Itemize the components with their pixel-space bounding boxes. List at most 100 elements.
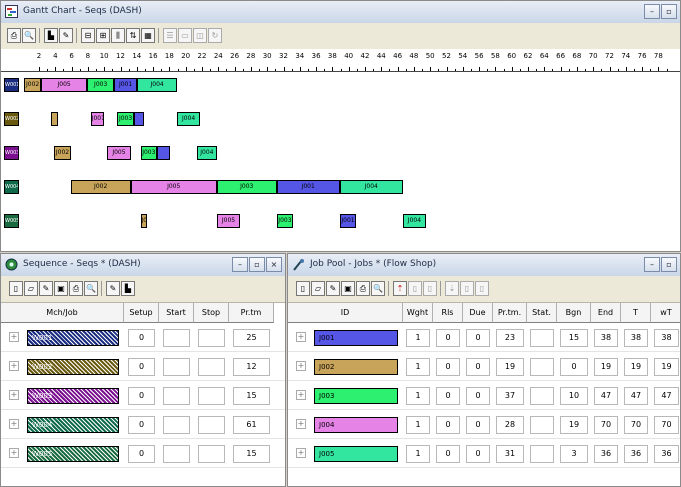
chart-icon[interactable]: ▙ bbox=[44, 28, 58, 43]
jobpool-row[interactable]: + J003 1 0 0 37 10 47 47 47 bbox=[288, 383, 680, 410]
expand-icon[interactable]: + bbox=[296, 419, 306, 429]
columns-icon[interactable]: ⫼ bbox=[111, 28, 125, 43]
prtm-cell[interactable]: 37 bbox=[496, 387, 524, 405]
gantt-bar[interactable]: J003 bbox=[87, 78, 114, 92]
gantt-bar[interactable]: J004 bbox=[196, 146, 217, 160]
gantt-bar[interactable]: J005 bbox=[130, 180, 217, 194]
rls-cell[interactable]: 0 bbox=[436, 416, 460, 434]
t-cell[interactable]: 70 bbox=[624, 416, 648, 434]
gantt-bar[interactable]: J002 bbox=[54, 146, 71, 160]
prtm-cell[interactable]: 61 bbox=[233, 416, 270, 434]
rls-cell[interactable]: 0 bbox=[436, 358, 460, 376]
due-cell[interactable]: 0 bbox=[466, 387, 490, 405]
new-icon[interactable]: ▯ bbox=[9, 281, 23, 296]
page-down-icon[interactable]: ▯ bbox=[423, 281, 437, 296]
gantt-bar[interactable]: J005 bbox=[216, 214, 241, 228]
gantt-bar[interactable] bbox=[133, 112, 144, 126]
sequence-close-button[interactable]: × bbox=[266, 257, 282, 272]
stop-cell[interactable] bbox=[198, 329, 225, 347]
sequence-minimize-button[interactable]: – bbox=[232, 257, 248, 272]
print-icon[interactable]: ⎙ bbox=[356, 281, 370, 296]
due-cell[interactable]: 0 bbox=[466, 445, 490, 463]
gantt-bar[interactable]: J004 bbox=[339, 180, 403, 194]
sequence-row[interactable]: + W001 0 25 bbox=[1, 325, 285, 352]
sequence-column-header[interactable]: Setup bbox=[124, 303, 159, 323]
open-icon[interactable]: ▱ bbox=[311, 281, 325, 296]
end-cell[interactable]: 36 bbox=[594, 445, 618, 463]
gantt-bar[interactable]: J005 bbox=[40, 78, 88, 92]
print-preview-icon[interactable]: 🔍 bbox=[22, 28, 36, 43]
setup-cell[interactable]: 0 bbox=[128, 387, 155, 405]
prtm-cell[interactable]: 23 bbox=[496, 329, 524, 347]
stat-cell[interactable] bbox=[530, 358, 554, 376]
wt-cell[interactable]: 70 bbox=[654, 416, 679, 434]
wght-cell[interactable]: 1 bbox=[406, 387, 430, 405]
prtm-cell[interactable]: 28 bbox=[496, 416, 524, 434]
print-icon[interactable]: ⎙ bbox=[69, 281, 83, 296]
bgn-cell[interactable]: 19 bbox=[560, 416, 588, 434]
jobpool-column-header[interactable]: Rls bbox=[433, 303, 463, 323]
due-cell[interactable]: 0 bbox=[466, 358, 490, 376]
stat-cell[interactable] bbox=[530, 416, 554, 434]
pencil-icon[interactable]: ✎ bbox=[59, 28, 73, 43]
expand-icon[interactable]: + bbox=[296, 332, 306, 342]
sequence-titlebar[interactable]: Sequence - Seqs * (DASH) – ▫ × bbox=[1, 254, 285, 277]
prtm-cell[interactable]: 15 bbox=[233, 445, 270, 463]
sequence-column-header[interactable]: Start bbox=[159, 303, 194, 323]
end-cell[interactable]: 19 bbox=[594, 358, 618, 376]
start-cell[interactable] bbox=[163, 358, 190, 376]
gantt-bar[interactable]: J001 bbox=[113, 78, 138, 92]
sequence-row[interactable]: + W003 0 15 bbox=[1, 383, 285, 410]
gantt-bar[interactable]: J002 bbox=[70, 180, 131, 194]
t-cell[interactable]: 36 bbox=[624, 445, 648, 463]
prtm-cell[interactable]: 25 bbox=[233, 329, 270, 347]
gantt-bar[interactable]: J003 bbox=[276, 214, 294, 228]
stop-cell[interactable] bbox=[198, 358, 225, 376]
expand-icon[interactable]: + bbox=[9, 448, 19, 458]
setup-cell[interactable]: 0 bbox=[128, 416, 155, 434]
expand-icon[interactable]: + bbox=[9, 419, 19, 429]
wt-cell[interactable]: 38 bbox=[654, 329, 679, 347]
jobpool-column-header[interactable]: Due bbox=[463, 303, 493, 323]
page-view-icon[interactable]: ◫ bbox=[193, 28, 207, 43]
wght-cell[interactable]: 1 bbox=[406, 358, 430, 376]
sort-down-icon[interactable]: ⇣ bbox=[445, 281, 459, 296]
bgn-cell[interactable]: 15 bbox=[560, 329, 588, 347]
expand-icon[interactable]: + bbox=[9, 390, 19, 400]
prtm-cell[interactable]: 19 bbox=[496, 358, 524, 376]
open-icon[interactable]: ▱ bbox=[24, 281, 38, 296]
start-cell[interactable] bbox=[163, 329, 190, 347]
gantt-minimize-button[interactable]: – bbox=[644, 4, 660, 19]
expand-icon[interactable]: + bbox=[296, 448, 306, 458]
list-view-icon[interactable]: ☰ bbox=[163, 28, 177, 43]
due-cell[interactable]: 0 bbox=[466, 329, 490, 347]
expand-icon[interactable]: + bbox=[296, 361, 306, 371]
wght-cell[interactable]: 1 bbox=[406, 416, 430, 434]
pencil-icon[interactable]: ✎ bbox=[106, 281, 120, 296]
sequence-row[interactable]: + W005 0 15 bbox=[1, 441, 285, 468]
gantt-bar[interactable] bbox=[157, 146, 171, 160]
rls-cell[interactable]: 0 bbox=[436, 445, 460, 463]
setup-cell[interactable]: 0 bbox=[128, 445, 155, 463]
print-preview-icon[interactable]: 🔍 bbox=[371, 281, 385, 296]
save-icon[interactable]: ▣ bbox=[54, 281, 68, 296]
jobpool-column-header[interactable]: Stat. bbox=[527, 303, 557, 323]
gantt-bar[interactable]: J003 bbox=[117, 112, 134, 126]
page-icon[interactable]: ▯ bbox=[460, 281, 474, 296]
sequence-column-header[interactable]: Pr.tm bbox=[229, 303, 274, 323]
sequence-column-header[interactable]: Mch/Job bbox=[1, 303, 124, 323]
t-cell[interactable]: 38 bbox=[624, 329, 648, 347]
bgn-cell[interactable]: 10 bbox=[560, 387, 588, 405]
page-icon[interactable]: ▯ bbox=[408, 281, 422, 296]
rotate-icon[interactable]: ↻ bbox=[208, 28, 222, 43]
gantt-bar[interactable]: J003 bbox=[140, 146, 158, 160]
end-cell[interactable]: 38 bbox=[594, 329, 618, 347]
gantt-bar[interactable]: J002 bbox=[24, 78, 41, 92]
jobpool-minimize-button[interactable]: – bbox=[644, 257, 660, 272]
start-cell[interactable] bbox=[163, 445, 190, 463]
jobpool-row[interactable]: + J002 1 0 0 19 0 19 19 19 bbox=[288, 354, 680, 381]
new-icon[interactable]: ▯ bbox=[296, 281, 310, 296]
gantt-bar[interactable] bbox=[50, 112, 58, 126]
wt-cell[interactable]: 47 bbox=[654, 387, 679, 405]
t-cell[interactable]: 47 bbox=[624, 387, 648, 405]
